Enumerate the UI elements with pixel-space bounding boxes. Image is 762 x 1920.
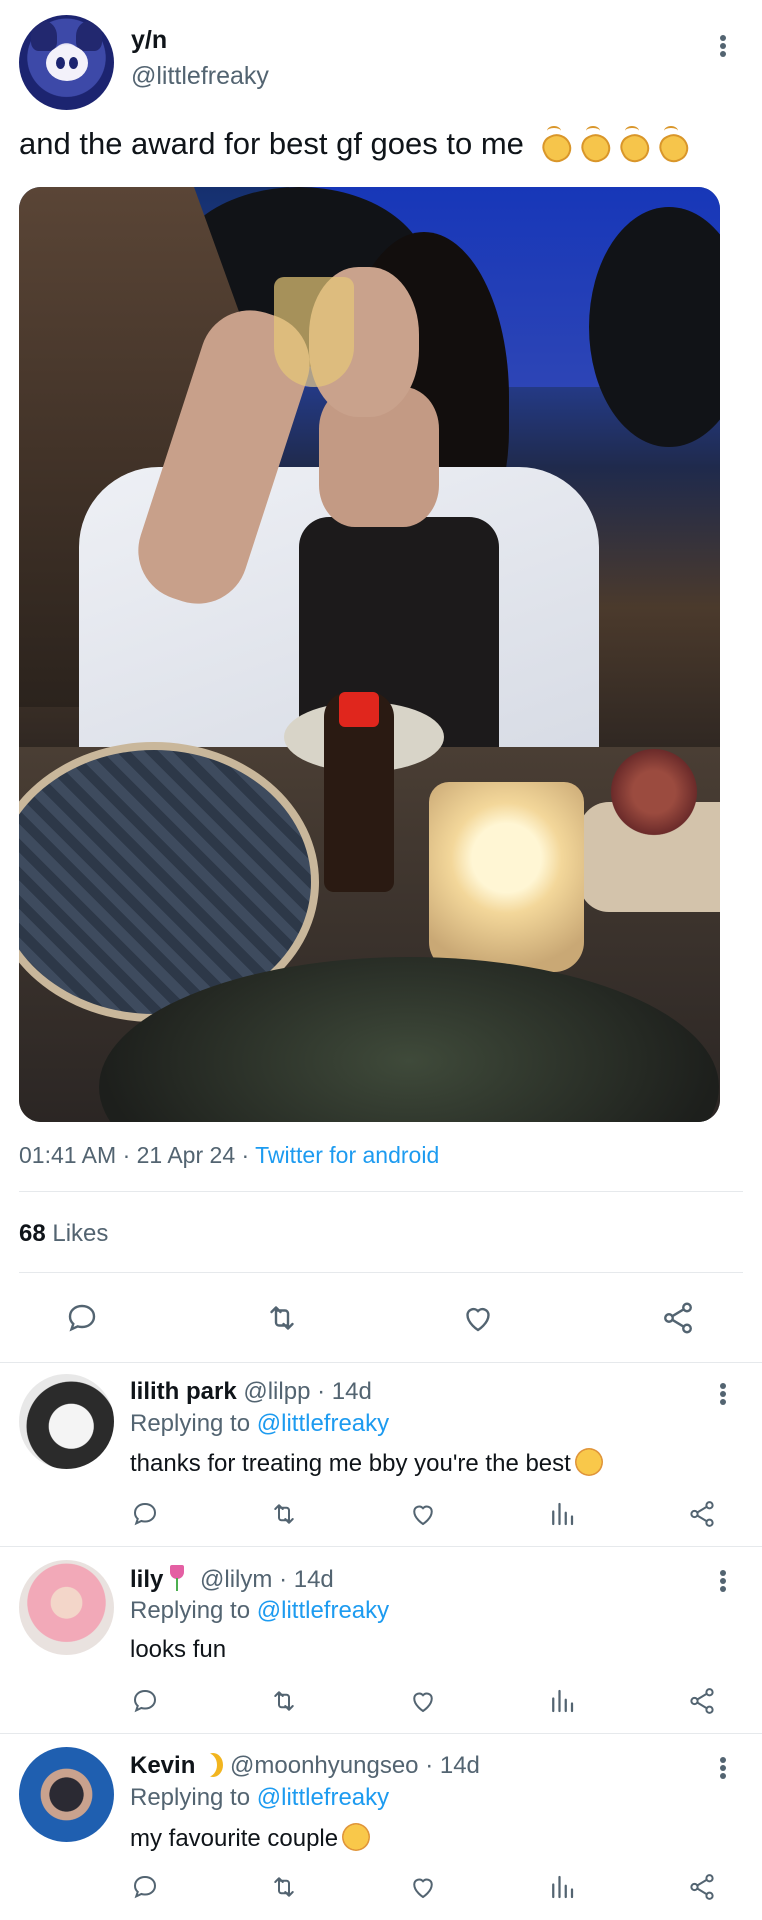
reply-action-bar: [0, 1681, 762, 1721]
reply-age: 14d: [293, 1566, 334, 1593]
tulip-icon: [167, 1565, 187, 1591]
star-struck-icon: [342, 1823, 371, 1851]
reply-age: 14d: [331, 1378, 372, 1405]
more-icon[interactable]: [711, 1379, 735, 1409]
display-name[interactable]: y/n: [131, 26, 167, 55]
reply-text: thanks for treating me bby you're the be…: [130, 1448, 603, 1478]
handle[interactable]: @littlefreaky: [131, 62, 269, 91]
heart-icon[interactable]: [458, 1298, 498, 1338]
tweet-date: 21 Apr 24: [136, 1142, 236, 1168]
tweet-time: 01:41 AM: [19, 1142, 117, 1168]
views-icon[interactable]: [542, 1681, 582, 1721]
reply-display-name[interactable]: lilith park: [130, 1378, 237, 1405]
reply-display-name[interactable]: lily: [130, 1566, 163, 1593]
tweet-photo[interactable]: [19, 187, 720, 1122]
reply-handle[interactable]: @lilym: [200, 1566, 272, 1593]
avatar[interactable]: [19, 1747, 114, 1842]
tweet-meta: 01:41 AM · 21 Apr 24 · Twitter for andro…: [19, 1142, 440, 1168]
reply-text: looks fun: [130, 1636, 227, 1663]
reply-item[interactable]: lily @lilym · 14d Replying to @littlefre…: [0, 1546, 762, 1733]
clapping-hands-icon: [654, 126, 689, 160]
reply-item[interactable]: Kevin @moonhyungseo · 14d Replying to @l…: [0, 1733, 762, 1920]
reply-header: lily @lilym · 14d: [130, 1565, 334, 1593]
reply-handle[interactable]: @lilpp: [243, 1378, 310, 1405]
divider: [19, 1191, 743, 1192]
crescent-moon-icon: [197, 1753, 217, 1777]
reply-icon[interactable]: [125, 1494, 165, 1534]
heart-icon[interactable]: [403, 1494, 443, 1534]
reply-age: 14d: [439, 1752, 480, 1779]
tweet-text-content: and the award for best gf goes to me: [19, 126, 524, 161]
smiling-face-with-hearts-icon: [574, 1448, 603, 1476]
likes-count[interactable]: 68 Likes: [19, 1220, 108, 1248]
avatar[interactable]: [19, 1560, 114, 1655]
replying-to: Replying to @littlefreaky: [130, 1784, 390, 1811]
clapping-hands-icon: [576, 126, 611, 160]
tweet-action-bar: [0, 1298, 762, 1338]
reply-item[interactable]: lilith park @lilpp · 14d Replying to @li…: [0, 1362, 762, 1546]
retweet-icon[interactable]: [264, 1494, 304, 1534]
tweet-text: and the award for best gf goes to me: [19, 126, 689, 162]
reply-icon[interactable]: [125, 1867, 165, 1907]
share-icon[interactable]: [682, 1494, 722, 1534]
avatar[interactable]: [19, 1374, 114, 1469]
reply-header: Kevin @moonhyungseo · 14d: [130, 1752, 480, 1779]
share-icon[interactable]: [682, 1681, 722, 1721]
divider: [19, 1272, 743, 1273]
heart-icon[interactable]: [403, 1867, 443, 1907]
retweet-icon[interactable]: [264, 1867, 304, 1907]
clapping-hands-icon: [537, 126, 572, 160]
reply-handle[interactable]: @moonhyungseo: [230, 1752, 418, 1779]
replying-to: Replying to @littlefreaky: [130, 1597, 390, 1624]
mention-link[interactable]: @littlefreaky: [257, 1410, 389, 1437]
share-icon[interactable]: [658, 1298, 698, 1338]
reply-display-name[interactable]: Kevin: [130, 1752, 195, 1779]
avatar[interactable]: [19, 15, 114, 110]
heart-icon[interactable]: [403, 1681, 443, 1721]
mention-link[interactable]: @littlefreaky: [257, 1597, 389, 1624]
retweet-icon[interactable]: [264, 1681, 304, 1721]
reply-action-bar: [0, 1867, 762, 1907]
reply-header: lilith park @lilpp · 14d: [130, 1378, 372, 1405]
reply-icon[interactable]: [125, 1681, 165, 1721]
views-icon[interactable]: [542, 1867, 582, 1907]
retweet-icon[interactable]: [262, 1298, 302, 1338]
tweet-header: y/n @littlefreaky: [0, 0, 762, 120]
more-icon[interactable]: [711, 1566, 735, 1596]
reply-icon[interactable]: [62, 1298, 102, 1338]
reply-action-bar: [0, 1494, 762, 1534]
replying-to: Replying to @littlefreaky: [130, 1410, 390, 1437]
clapping-hands-icon: [615, 126, 650, 160]
share-icon[interactable]: [682, 1867, 722, 1907]
views-icon[interactable]: [542, 1494, 582, 1534]
more-icon[interactable]: [711, 31, 735, 61]
mention-link[interactable]: @littlefreaky: [257, 1784, 389, 1811]
tweet-source-link[interactable]: Twitter for android: [255, 1142, 439, 1168]
reply-text: my favourite couple: [130, 1823, 371, 1853]
more-icon[interactable]: [711, 1753, 735, 1783]
